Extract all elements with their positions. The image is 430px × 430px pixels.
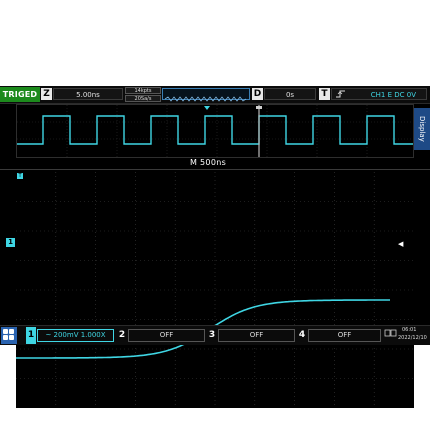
horizontal-zoom-key[interactable]: Z [41, 88, 52, 100]
main-waveform-grid[interactable] [16, 172, 414, 408]
overview-waveform-window[interactable] [16, 104, 414, 158]
channel-2-settings: OFF [128, 329, 205, 342]
sample-info: 14kpts 20Sa/s [125, 87, 161, 102]
memory-wave-icon [164, 96, 247, 102]
main-timebase-label: M 500ns [190, 158, 227, 167]
channel-3-number: 3 [208, 330, 216, 340]
memory-position-bar[interactable] [162, 88, 250, 102]
trigger-info-text: CH1 E DC 0V [370, 91, 416, 99]
trigger-key[interactable]: T [319, 88, 330, 100]
system-status: 06:01 2022/12/10 [382, 327, 430, 344]
trigger-settings-field[interactable]: CH1 E DC 0V [331, 88, 427, 100]
timebase-field[interactable]: 5.00ns [53, 88, 123, 100]
channel-2-number: 2 [118, 330, 126, 340]
trigger-level-marker[interactable]: T [17, 173, 23, 179]
usb-icon [384, 329, 397, 337]
rising-edge-icon [336, 90, 345, 98]
trigger-status-badge[interactable]: TRIGED [0, 87, 40, 102]
trigger-arrow-icon: ◀ [398, 240, 404, 248]
overview-waveform [17, 105, 413, 157]
trigger-position-icon [204, 106, 210, 110]
channel-2-button[interactable]: 2 OFF [117, 327, 205, 344]
channel-3-button[interactable]: 3 OFF [207, 327, 295, 344]
display-tab[interactable]: Display [414, 108, 430, 150]
delay-field[interactable]: 0s [264, 88, 316, 100]
top-status-bar: TRIGED Z 5.00ns 14kpts 20Sa/s D 0s T CH1… [0, 86, 430, 104]
delay-key[interactable]: D [252, 88, 263, 100]
channel-1-number: 1 [26, 327, 36, 344]
clock-date: 2022/12/10 [398, 335, 427, 341]
channel-4-number: 4 [298, 330, 306, 340]
oscilloscope-screen: TRIGED Z 5.00ns 14kpts 20Sa/s D 0s T CH1… [0, 86, 430, 408]
channel-1-button[interactable]: 1 ~ 200mV 1.000X [26, 327, 114, 344]
ch1-ground-marker[interactable]: 1 [6, 238, 15, 247]
bottom-channel-bar: 1 ~ 200mV 1.000X 2 OFF 3 OFF 4 OFF 06:01… [0, 325, 430, 345]
channel-3-settings: OFF [218, 329, 295, 342]
main-waveform [16, 172, 414, 408]
channel-4-button[interactable]: 4 OFF [297, 327, 381, 344]
sample-points: 14kpts [125, 87, 161, 94]
clock-time: 06:01 [402, 327, 417, 333]
channel-4-settings: OFF [308, 329, 381, 342]
window-separator [0, 169, 430, 170]
channel-1-settings: ~ 200mV 1.000X [37, 329, 114, 342]
apps-menu-icon[interactable] [1, 327, 17, 344]
sample-rate: 20Sa/s [125, 95, 161, 102]
